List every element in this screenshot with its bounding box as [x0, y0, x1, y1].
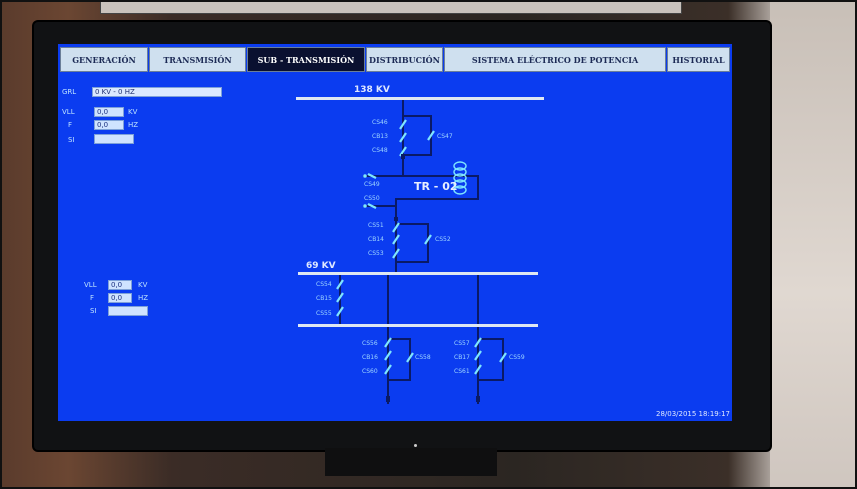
label-cs51: CS51: [368, 222, 384, 229]
label-cs50: CS50: [364, 195, 380, 202]
label-cs53: CS53: [368, 250, 384, 257]
bus-69kv-a: [298, 272, 538, 275]
label-cs55: CS55: [316, 310, 332, 317]
bus-138kv: [296, 97, 544, 100]
label-cs54: CS54: [316, 281, 332, 288]
label-cs59: CS59: [509, 354, 525, 361]
single-line-diagram: [296, 97, 544, 404]
bus-69-label: 69 KV: [306, 261, 336, 271]
power-led: [414, 444, 417, 447]
transformer-label: TR - 02: [414, 180, 458, 193]
label-cs49: CS49: [364, 181, 380, 188]
label-cb13: CB13: [372, 133, 388, 140]
label-cb14: CB14: [368, 236, 384, 243]
label-cs48: CS48: [372, 147, 388, 154]
label-cs47: CS47: [437, 133, 453, 140]
label-cb17: CB17: [454, 354, 470, 361]
wall-paper: [100, 0, 682, 14]
label-cs61: CS61: [454, 368, 470, 375]
scada-screen: GENERACIÓN TRANSMISIÓN SUB - TRANSMISIÓN…: [58, 44, 732, 421]
wall: [770, 0, 857, 489]
label-cs58: CS58: [415, 354, 431, 361]
label-cb16: CB16: [362, 354, 378, 361]
label-cs57: CS57: [454, 340, 470, 347]
switch-icons: [336, 119, 507, 375]
label-cs46: CS46: [372, 119, 388, 126]
label-cs56: CS56: [362, 340, 378, 347]
label-cs60: CS60: [362, 368, 378, 375]
bus-69kv-b: [298, 324, 538, 327]
switch-end-markers: [363, 174, 367, 208]
label-cs52: CS52: [435, 236, 451, 243]
monitor-stand: [325, 448, 497, 476]
bus-138-label: 138 KV: [354, 85, 390, 95]
timestamp: 28/03/2015 18:19:17: [655, 410, 730, 418]
label-cb15: CB15: [316, 295, 332, 302]
